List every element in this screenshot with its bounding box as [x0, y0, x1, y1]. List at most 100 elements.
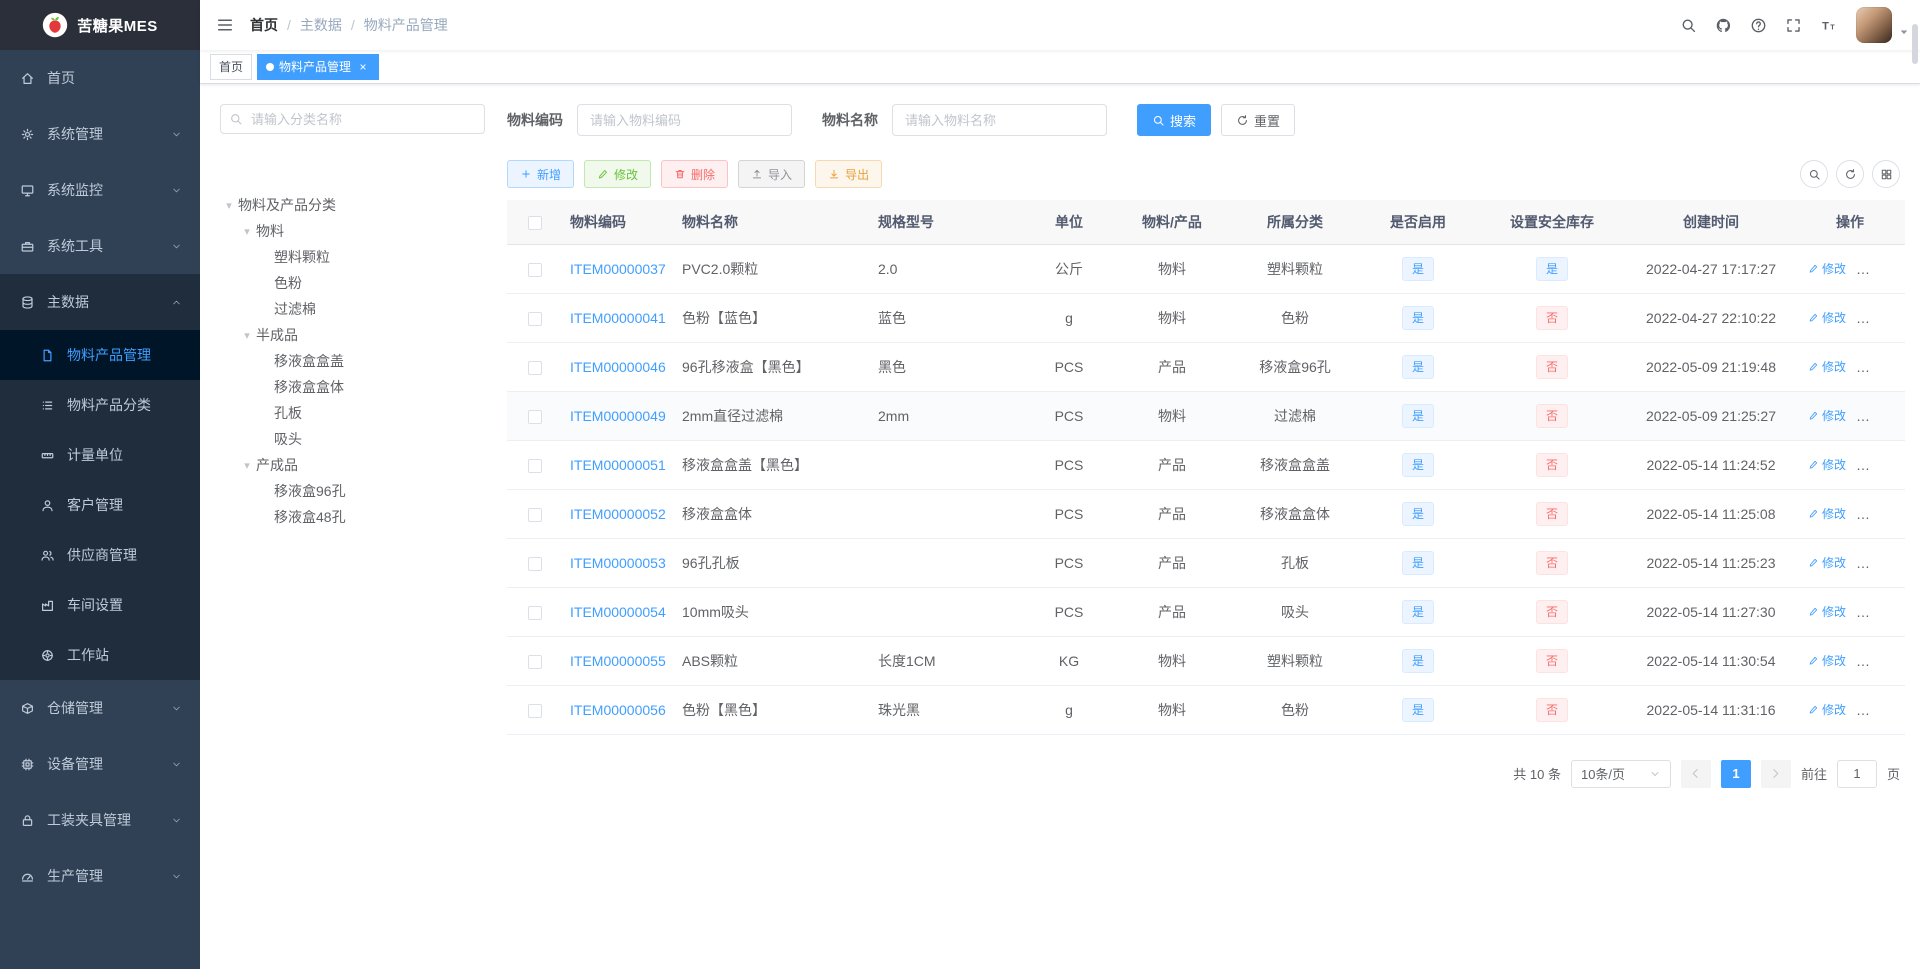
import-button[interactable]: 导入 [738, 160, 806, 188]
avatar[interactable] [1856, 7, 1892, 43]
menu-fold-icon[interactable] [206, 0, 244, 50]
add-button-label: 新增 [537, 167, 562, 182]
select-all-checkbox[interactable] [527, 215, 542, 230]
fullscreen-icon[interactable] [1776, 0, 1811, 50]
row-checkbox[interactable] [527, 605, 542, 620]
sidebar-item-customer-mgmt[interactable]: 客户管理 [0, 480, 200, 530]
row-checkbox[interactable] [527, 703, 542, 718]
sidebar-item-material-product-mgmt[interactable]: 物料产品管理 [0, 330, 200, 380]
tree-node[interactable]: 吸头 [220, 426, 485, 452]
row-checkbox[interactable] [527, 556, 542, 571]
row-checkbox[interactable] [527, 654, 542, 669]
delete-button[interactable]: 删除 [661, 160, 729, 188]
sidebar-item-system-mgmt[interactable]: 系统管理 [0, 106, 200, 162]
row-checkbox[interactable] [527, 458, 542, 473]
sidebar-item-fixture-mgmt[interactable]: 工装夹具管理 [0, 792, 200, 848]
sidebar-item-production-mgmt[interactable]: 生产管理 [0, 848, 200, 904]
row-checkbox[interactable] [527, 409, 542, 424]
sidebar-item-warehouse-mgmt[interactable]: 仓储管理 [0, 680, 200, 736]
row-edit-link[interactable]: 修改 [1808, 505, 1846, 522]
sidebar-item-workstation[interactable]: 工作站 [0, 630, 200, 680]
row-edit-link[interactable]: 修改 [1808, 652, 1846, 669]
tree-node[interactable]: ▾ 半成品 [220, 322, 485, 348]
material-code-link[interactable]: ITEM00000037 [570, 261, 666, 277]
row-edit-link[interactable]: 修改 [1808, 554, 1846, 571]
app-logo[interactable]: 苦糖果MES [0, 0, 200, 50]
row-edit-link[interactable]: 修改 [1808, 456, 1846, 473]
tree-node[interactable]: 移液盒盒体 [220, 374, 485, 400]
search-icon-button[interactable] [1800, 160, 1828, 188]
reset-button[interactable]: 重置 [1221, 104, 1296, 136]
tree-node[interactable]: 移液盒96孔 [220, 478, 485, 504]
scrollbar-thumb[interactable] [1912, 24, 1918, 64]
sidebar-item-material-product-category[interactable]: 物料产品分类 [0, 380, 200, 430]
edit-icon [1808, 361, 1819, 372]
sidebar-item-system-monitor[interactable]: 系统监控 [0, 162, 200, 218]
row-edit-link[interactable]: 修改 [1808, 309, 1846, 326]
material-code-input[interactable] [577, 104, 792, 136]
row-edit-link[interactable]: 修改 [1808, 701, 1846, 718]
export-button[interactable]: 导出 [815, 160, 883, 188]
row-edit-link[interactable]: 修改 [1808, 407, 1846, 424]
sidebar-item-master-data[interactable]: 主数据 [0, 274, 200, 330]
user-menu[interactable] [1856, 7, 1910, 43]
next-page-button[interactable] [1760, 759, 1791, 788]
goto-page-input[interactable] [1836, 759, 1877, 788]
material-code-link[interactable]: ITEM00000041 [570, 310, 666, 326]
github-icon[interactable] [1706, 0, 1741, 50]
row-checkbox[interactable] [527, 311, 542, 326]
cell-unit: PCS [1025, 538, 1113, 588]
material-code-link[interactable]: ITEM00000049 [570, 408, 666, 424]
tree-node[interactable]: ▾ 物料 [220, 218, 485, 244]
material-code-link[interactable]: ITEM00000056 [570, 702, 666, 718]
category-search-input[interactable] [220, 104, 485, 134]
material-code-link[interactable]: ITEM00000053 [570, 555, 666, 571]
tab-home[interactable]: 首页 [210, 53, 253, 80]
add-button[interactable]: 新增 [507, 160, 575, 188]
row-edit-link[interactable]: 修改 [1808, 358, 1846, 375]
material-code-link[interactable]: ITEM00000051 [570, 457, 666, 473]
sidebar-item-workshop-settings[interactable]: 车间设置 [0, 580, 200, 630]
sidebar-item-measure-unit[interactable]: 计量单位 [0, 430, 200, 480]
row-checkbox[interactable] [527, 507, 542, 522]
tree-node[interactable]: ▾ 物料及产品分类 [220, 192, 485, 218]
refresh-icon-button[interactable] [1836, 160, 1864, 188]
tree-node[interactable]: ▾ 产成品 [220, 452, 485, 478]
sidebar-item-system-tools[interactable]: 系统工具 [0, 218, 200, 274]
tree-node[interactable]: 色粉 [220, 270, 485, 296]
grid-icon-button[interactable] [1872, 160, 1900, 188]
material-name-input[interactable] [892, 104, 1107, 136]
row-checkbox[interactable] [527, 360, 542, 375]
material-code-link[interactable]: ITEM00000054 [570, 604, 666, 620]
sidebar-item-supplier-mgmt[interactable]: 供应商管理 [0, 530, 200, 580]
tree-node[interactable]: 孔板 [220, 400, 485, 426]
search-button[interactable]: 搜索 [1137, 104, 1212, 136]
material-code-link[interactable]: ITEM00000052 [570, 506, 666, 522]
cell-actions: 修改 删除 [1795, 293, 1905, 343]
goto-label: 前往 [1800, 767, 1827, 782]
page-size-select[interactable]: 10条/页 [1570, 759, 1671, 788]
material-code-link[interactable]: ITEM00000055 [570, 653, 666, 669]
tab-close-icon[interactable]: × [356, 60, 370, 74]
search-icon[interactable] [1671, 0, 1706, 50]
prev-page-button[interactable] [1680, 759, 1711, 788]
sidebar-item-home[interactable]: 首页 [0, 50, 200, 106]
row-edit-link[interactable]: 修改 [1808, 260, 1846, 277]
tab-material-product-mgmt[interactable]: 物料产品管理 × [257, 53, 380, 80]
tree-node[interactable]: 移液盒48孔 [220, 504, 485, 530]
tree-node[interactable]: 过滤棉 [220, 296, 485, 322]
search-icon [1152, 114, 1165, 127]
sidebar-item-equipment-mgmt[interactable]: 设备管理 [0, 736, 200, 792]
row-checkbox[interactable] [527, 262, 542, 277]
help-icon[interactable] [1741, 0, 1776, 50]
app-root: 苦糖果MES 首页 系统管理 系统监控 系统工具 主数据 物料产品管理 物料产品分类 计量单位… [0, 0, 1920, 969]
material-code-link[interactable]: ITEM00000046 [570, 359, 666, 375]
page-number-button[interactable]: 1 [1720, 759, 1751, 788]
row-edit-link[interactable]: 修改 [1808, 603, 1846, 620]
edit-button[interactable]: 修改 [584, 160, 652, 188]
tree-node[interactable]: 塑料颗粒 [220, 244, 485, 270]
font-size-icon[interactable]: TT [1811, 0, 1846, 50]
tree-node[interactable]: 移液盒盒盖 [220, 348, 485, 374]
cell-created-time: 2022-05-14 11:31:16 [1627, 685, 1795, 735]
breadcrumb-item[interactable]: 首页 [250, 15, 278, 35]
